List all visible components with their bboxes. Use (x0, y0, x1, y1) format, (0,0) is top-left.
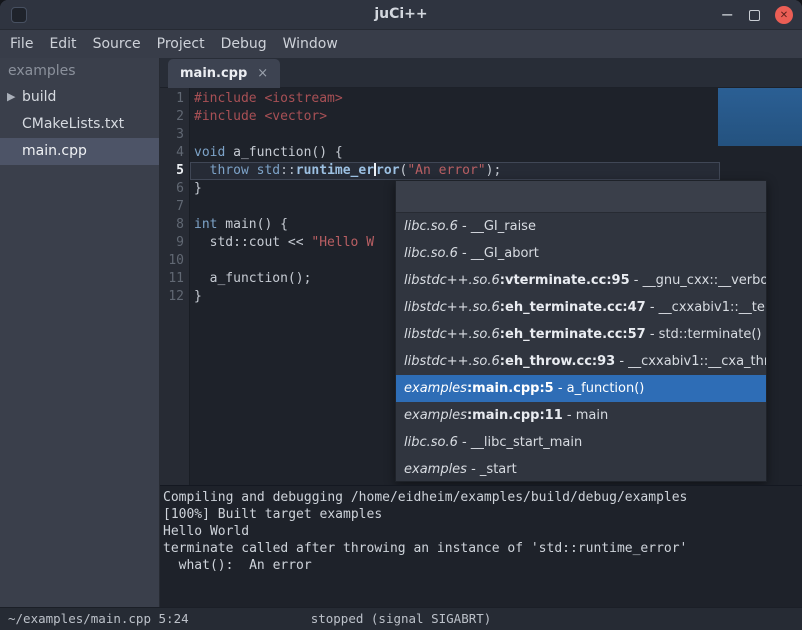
stack-frame-row[interactable]: libc.so.6 - __GI_raise (396, 213, 766, 240)
stack-frame-row[interactable]: libstdc++.so.6:eh_terminate.cc:47 - __cx… (396, 294, 766, 321)
menu-item-window[interactable]: Window (275, 30, 346, 58)
menubar: File Edit Source Project Debug Window (2, 30, 802, 58)
line-number: 10 (160, 252, 189, 270)
line-number: 7 (160, 198, 189, 216)
stack-frame-row[interactable]: examples:main.cpp:11 - main (396, 402, 766, 429)
code-line[interactable]: #include <vector> (190, 108, 802, 126)
code-line[interactable]: void a_function() { (190, 144, 802, 162)
titlebar[interactable]: juCi++ − ✕ (0, 0, 802, 30)
terminal-line: [100%] Built target examples (163, 506, 802, 523)
terminal-line: terminate called after throwing an insta… (163, 540, 802, 557)
code-line[interactable]: #include <iostream> (190, 90, 802, 108)
sidebar-item-cmakelists[interactable]: CMakeLists.txt (0, 111, 159, 138)
window-title: juCi++ (0, 0, 802, 30)
code-line[interactable] (190, 126, 802, 144)
menu-item-debug[interactable]: Debug (213, 30, 275, 58)
line-number: 6 (160, 180, 189, 198)
menu-item-edit[interactable]: Edit (41, 30, 84, 58)
stack-frame-row[interactable]: libstdc++.so.6:vterminate.cc:95 - __gnu_… (396, 267, 766, 294)
status-file-position: ~/examples/main.cpp 5:24 (8, 608, 189, 630)
line-number: 8 (160, 216, 189, 234)
tab-close-icon[interactable]: × (257, 66, 268, 81)
sidebar-item-maincpp[interactable]: main.cpp (0, 138, 159, 165)
stack-frame-row[interactable]: libc.so.6 - __GI_abort (396, 240, 766, 267)
terminal-line: what(): An error (163, 557, 802, 574)
line-number: 11 (160, 270, 189, 288)
tab-maincpp[interactable]: main.cpp × (168, 59, 280, 88)
line-number-gutter: 1 2 3 4 5 6 7 8 9 10 11 12 (160, 88, 190, 485)
minimize-button[interactable]: − (721, 1, 734, 29)
line-number: 9 (160, 234, 189, 252)
stack-frame-row[interactable]: libstdc++.so.6:eh_terminate.cc:57 - std:… (396, 321, 766, 348)
statusbar: stopped (signal SIGABRT) ~/examples/main… (0, 607, 802, 630)
file-tree: examples ▶ build CMakeLists.txt main.cpp (0, 58, 160, 607)
project-header: examples (0, 58, 159, 84)
terminal-line: Hello World (163, 523, 802, 540)
close-button[interactable]: ✕ (775, 6, 793, 24)
popup-search-field[interactable] (396, 181, 766, 213)
tab-label: main.cpp (180, 66, 247, 81)
window-controls: − ✕ (721, 0, 793, 30)
line-number-current: 5 (160, 162, 189, 180)
line-number: 2 (160, 108, 189, 126)
menu-item-file[interactable]: File (2, 30, 41, 58)
line-number: 4 (160, 144, 189, 162)
line-number: 1 (160, 90, 189, 108)
stack-frame-row-selected[interactable]: examples:main.cpp:5 - a_function() (396, 375, 766, 402)
output-terminal[interactable]: Compiling and debugging /home/eidheim/ex… (160, 485, 802, 607)
code-editor[interactable]: 1 2 3 4 5 6 7 8 9 10 11 12 #include <ios… (160, 88, 802, 485)
juci-window: juCi++ − ✕ File Edit Source Project Debu… (0, 0, 802, 630)
tabbar: main.cpp × (160, 58, 802, 88)
restore-button[interactable] (749, 10, 760, 21)
menu-item-project[interactable]: Project (149, 30, 213, 58)
tree-item-label: build (22, 84, 56, 111)
tree-item-label: main.cpp (22, 138, 87, 165)
menu-item-source[interactable]: Source (85, 30, 149, 58)
line-number: 12 (160, 288, 189, 306)
editor-overlay (718, 88, 802, 146)
terminal-line: Compiling and debugging /home/eidheim/ex… (163, 489, 802, 506)
stack-frame-row[interactable]: libstdc++.so.6:eh_throw.cc:93 - __cxxabi… (396, 348, 766, 375)
tree-item-label: CMakeLists.txt (22, 111, 124, 138)
sidebar-item-build[interactable]: ▶ build (0, 84, 159, 111)
line-number: 3 (160, 126, 189, 144)
stack-frame-row[interactable]: examples - _start (396, 456, 766, 482)
stack-frame-row[interactable]: libc.so.6 - __libc_start_main (396, 429, 766, 456)
main-area: main.cpp × 1 2 3 4 5 6 7 8 9 10 11 12 #in… (160, 58, 802, 607)
chevron-right-icon[interactable]: ▶ (7, 83, 15, 110)
stack-trace-popup: libc.so.6 - __GI_raise libc.so.6 - __GI_… (395, 180, 767, 482)
code-line-current[interactable]: throw std::runtime_error("An error"); (190, 162, 720, 180)
